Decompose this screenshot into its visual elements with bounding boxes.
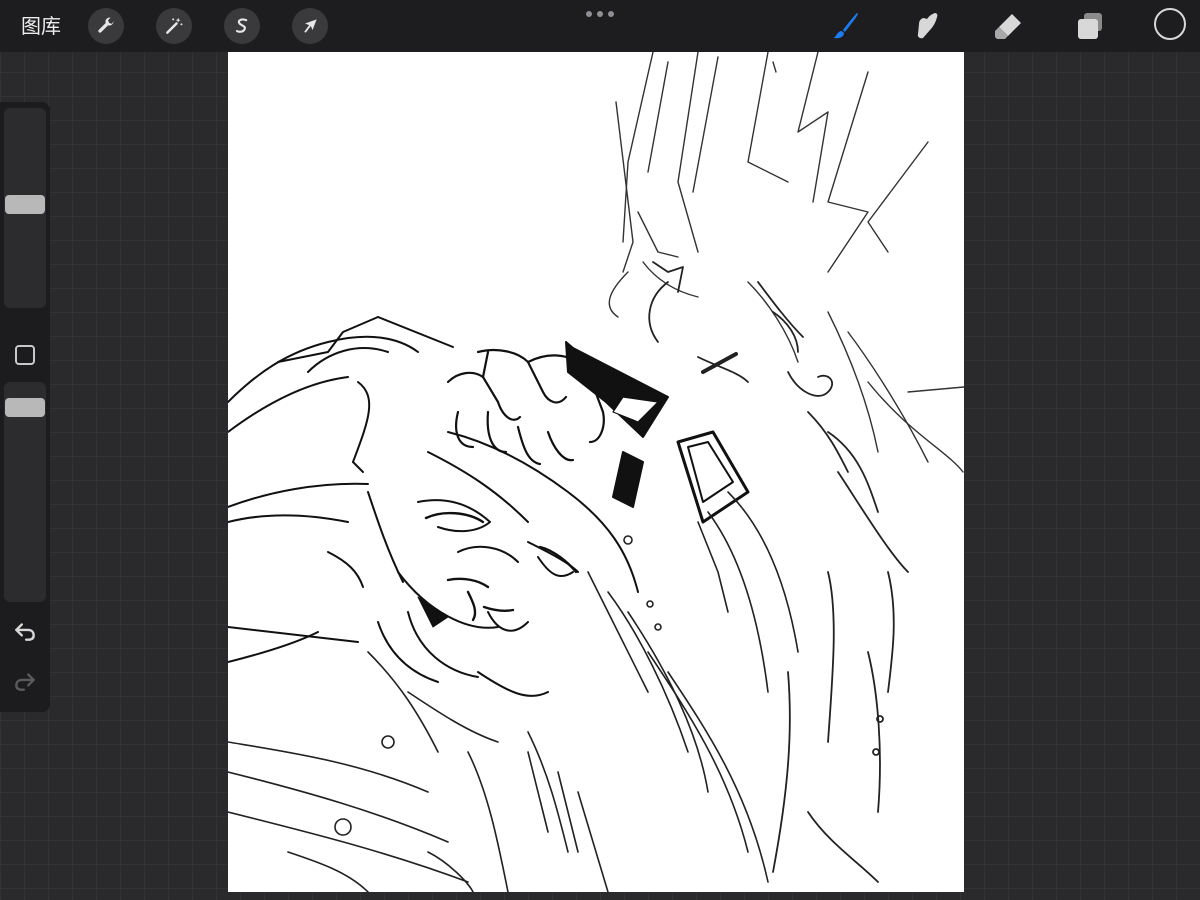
undo-arrow-icon [15,623,35,641]
selection-s-icon [235,18,248,33]
brush-icon [834,13,858,39]
undo-button[interactable] [12,618,38,644]
brush-tool-button[interactable] [828,8,864,44]
redo-button[interactable] [12,668,38,694]
smudge-tool-button[interactable] [908,8,944,44]
dark-ink-shapes [417,341,750,628]
transform-button[interactable] [292,8,328,44]
eraser-icon [995,14,1021,39]
square-modify-icon [15,345,35,365]
opacity-thumb[interactable] [5,398,45,417]
layers-icon [1078,13,1102,39]
modify-button[interactable] [14,344,36,366]
color-picker-button[interactable] [1154,8,1186,40]
layers-tool-button[interactable] [1072,8,1108,44]
brush-size-thumb[interactable] [5,195,45,214]
drawing-canvas[interactable] [228,52,964,892]
arrow-cursor-icon [304,19,317,33]
selection-button[interactable] [224,8,260,44]
right-figure-hair [608,52,964,473]
redo-arrow-icon [15,673,35,691]
opacity-slider[interactable] [4,382,46,602]
gallery-button[interactable]: 图库 [21,13,61,39]
adjustments-button[interactable] [156,8,192,44]
wrench-icon [98,17,114,33]
actions-button[interactable] [88,8,124,44]
more-dots-icon[interactable] [586,9,614,19]
dot [586,11,592,17]
eraser-tool-button[interactable] [990,8,1026,44]
dot [608,11,614,17]
magic-wand-icon [166,17,183,34]
brush-size-slider[interactable] [4,108,46,308]
left-sidebar [0,102,50,712]
dot [597,11,603,17]
smudge-finger-icon [917,13,938,39]
sketch-artwork [228,52,964,892]
top-toolbar: 图库 [0,0,1200,52]
right-figure-face [648,261,909,883]
